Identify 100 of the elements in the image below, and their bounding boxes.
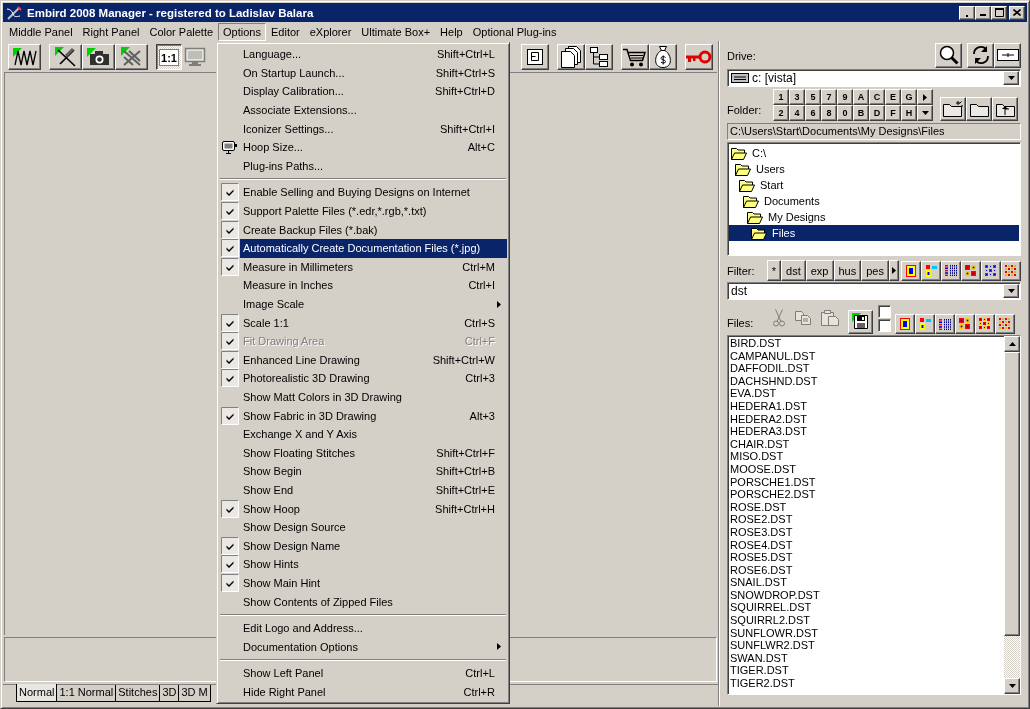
view-tab[interactable]: 3D M [178,685,211,702]
view-button[interactable] [895,314,915,334]
menu-item[interactable]: Associate Extensions... [219,100,507,120]
folder-shortcut-button[interactable]: 6 [805,105,821,121]
menu-item[interactable]: Right Panel [77,22,145,41]
file-item[interactable]: ROSE5.DST [730,551,1002,564]
file-item[interactable]: TIGER2.DST [730,677,1002,690]
folder-shortcut-button[interactable]: 0 [837,105,853,121]
checkbox[interactable] [878,304,891,318]
panel-button[interactable] [994,42,1021,68]
file-item[interactable]: HEDERA1.DST [730,399,1002,413]
folder-shortcut-button[interactable]: 7 [821,89,837,105]
menu-item[interactable]: Enable Selling and Buying Designs on Internet [219,183,507,202]
menu-item[interactable]: Show Hints [219,555,507,574]
menu-item[interactable]: Measure in Inches Ctrl+I [219,276,507,295]
menu-item[interactable]: Iconizer Settings... Shift+Ctrl+I [219,119,507,138]
tree-item[interactable]: Documents [729,193,1019,209]
tree-item[interactable]: C:\ [729,145,1019,161]
file-item[interactable]: SWAN.DST [730,651,1002,665]
menu-item[interactable]: Show Contents of Zipped Files [219,592,507,611]
menu-item[interactable]: Edit Logo and Address... [219,618,507,638]
menu-item[interactable]: eXplorer [304,22,357,41]
filter-button[interactable]: dst [781,260,806,281]
file-item[interactable]: DACHSHND.DST [730,374,1002,388]
folder-shortcut-button[interactable]: C [869,89,885,105]
file-item[interactable]: HEDERA2.DST [730,412,1002,426]
toolbar-button[interactable] [521,44,549,70]
menu-item[interactable]: Middle Panel [4,22,78,41]
menu-item[interactable]: On Startup Launch... Shift+Ctrl+S [219,63,507,83]
file-item[interactable]: ROSE4.DST [730,538,1002,552]
refresh-button[interactable] [967,42,994,68]
filter-dropdown[interactable]: dst [727,282,1021,300]
file-item[interactable]: ROSE.DST [730,500,1002,514]
view-button[interactable] [961,260,981,281]
drive-dropdown[interactable]: c: [vista] [727,69,1021,87]
minimize-button[interactable] [975,5,991,20]
file-item[interactable]: SNAIL.DST [730,576,1002,589]
toolbar-button[interactable]: 1:1 [156,44,182,70]
view-button[interactable] [955,314,975,334]
arrow-button[interactable] [889,260,899,281]
maximize-button[interactable] [991,5,1007,20]
folder-shortcut-button[interactable]: 2 [773,105,789,121]
file-item[interactable]: CAMPANUL.DST [730,349,1002,363]
file-item[interactable]: ROSE6.DST [730,563,1002,577]
file-item[interactable]: CHAIR.DST [730,437,1002,451]
menu-item[interactable]: Show Matt Colors in 3D Drawing [219,387,507,407]
filter-button[interactable]: * [766,260,782,281]
folder-shortcut-button[interactable]: G [901,89,917,105]
filter-button[interactable]: hus [833,260,862,281]
search-button[interactable] [935,42,962,68]
view-tab[interactable]: 1:1 Normal [56,685,117,702]
folder-shortcut-button[interactable]: 9 [837,89,853,105]
menu-item[interactable]: Show End Shift+Ctrl+E [219,480,507,500]
file-item[interactable]: MISO.DST [730,450,1002,463]
scroll-thumb[interactable] [1004,352,1020,636]
arrow-button[interactable] [917,89,933,105]
view-button[interactable] [981,260,1001,281]
folder-shortcut-button[interactable]: E [885,89,901,105]
view-button[interactable] [915,314,935,334]
folder-up-button[interactable] [992,97,1018,121]
file-item[interactable]: SUNFLOWR.DST [730,626,1002,640]
tree-item[interactable]: My Designs [729,209,1019,225]
file-item[interactable]: SUNFLWR2.DST [730,639,1002,652]
menu-item[interactable]: Color Palette [144,22,219,41]
dropdown-button[interactable] [1003,284,1019,298]
view-tab[interactable]: Normal [16,684,58,702]
tree-item[interactable]: Files [729,225,1019,241]
menu-item[interactable]: Show Design Source [219,517,507,537]
folder-shortcut-button[interactable]: F [885,105,901,121]
folder-shortcut-button[interactable]: 3 [789,89,805,105]
folder-shortcut-button[interactable]: 4 [789,105,805,121]
view-button[interactable] [935,314,955,334]
menu-item[interactable]: Show Hoop Shift+Ctrl+H [219,499,507,518]
checkbox[interactable] [878,318,891,332]
tree-item[interactable]: Start [729,177,1019,193]
menu-item[interactable]: Ultimate Box+ [356,22,436,41]
toolbar-button[interactable] [649,44,677,70]
menu-item[interactable]: Plug-ins Paths... [219,156,507,176]
folder-button[interactable] [966,97,992,121]
view-button[interactable] [995,314,1015,334]
scroll-down-button[interactable] [1004,678,1020,694]
toolbar-button[interactable] [685,44,713,70]
folder-shortcut-button[interactable]: B [853,105,869,121]
toolbar-button[interactable] [82,44,115,70]
file-item[interactable]: PORSCHE2.DST [730,488,1002,501]
file-item[interactable]: TIGER.DST [730,664,1002,678]
view-tab[interactable]: Stitches [115,685,161,702]
menu-item[interactable]: Editor [266,22,305,41]
menu-item[interactable]: Documentation Options [219,637,507,656]
menu-item[interactable]: Display Calibration... Shift+Ctrl+D [219,82,507,101]
arrow-button[interactable] [917,105,933,121]
toolbar-button[interactable] [115,44,148,70]
menu-item[interactable]: Hoop Size... Alt+C [219,137,507,157]
file-item[interactable]: ROSE2.DST [730,513,1002,526]
file-item[interactable]: BIRD.DST [730,337,1002,350]
file-item[interactable]: EVA.DST [730,387,1002,400]
view-button[interactable] [941,260,961,281]
view-button[interactable] [901,260,921,281]
scrollbar[interactable] [1004,336,1020,694]
menu-item[interactable]: Show Fabric in 3D Drawing Alt+3 [219,406,507,425]
